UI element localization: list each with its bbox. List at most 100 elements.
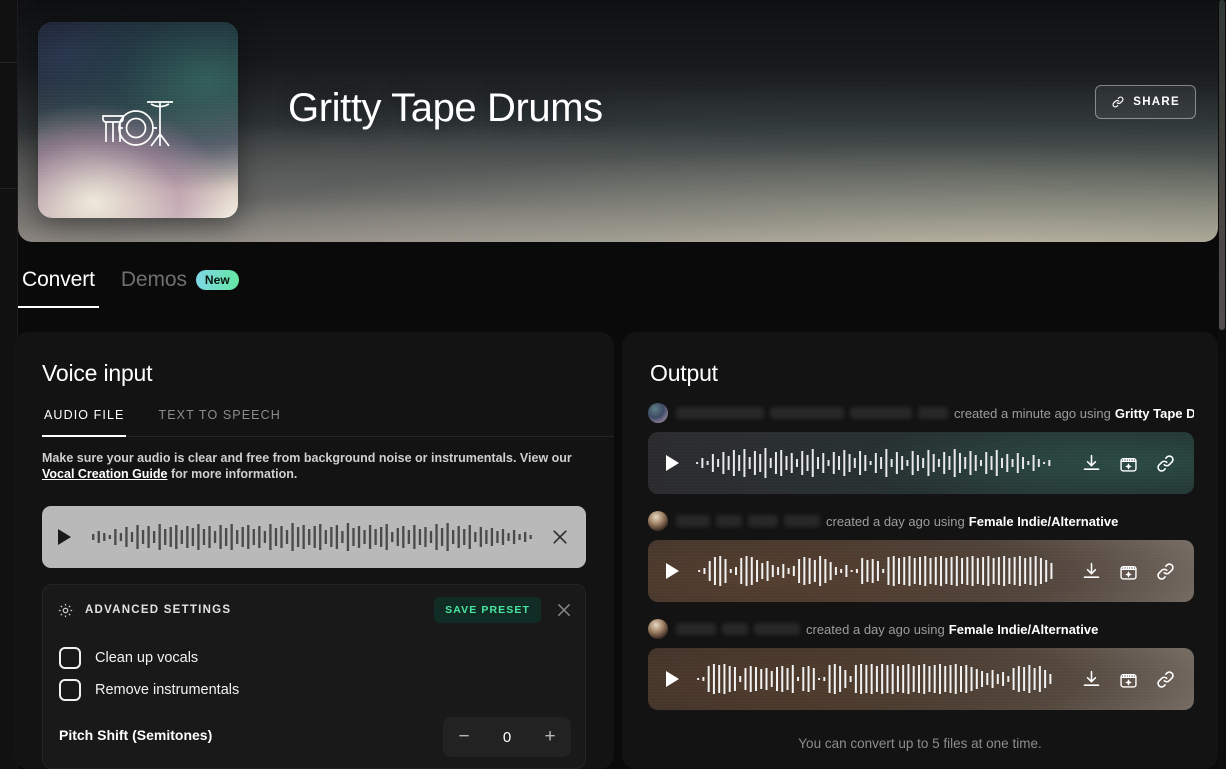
play-icon[interactable] (58, 529, 71, 545)
link-icon[interactable] (1155, 561, 1176, 582)
output-row-actions (1081, 561, 1176, 582)
magic-box-icon[interactable] (1118, 453, 1139, 474)
drum-kit-icon (95, 88, 181, 152)
audio-hint-post: for more information. (168, 467, 298, 481)
new-badge: New (196, 270, 239, 290)
download-icon[interactable] (1081, 561, 1102, 582)
redacted-username (754, 623, 800, 635)
magic-box-icon[interactable] (1118, 669, 1139, 690)
redacted-username (918, 407, 948, 419)
redacted-username (784, 515, 820, 527)
output-row: created a day ago using Female Indie/Alt… (648, 618, 1194, 710)
voice-input-tabs: AUDIO FILE TEXT TO SPEECH (42, 404, 614, 437)
output-row-model: Female Indie/Alternative (949, 622, 1099, 637)
tab-audio-file-label: AUDIO FILE (44, 408, 124, 422)
redacted-username (748, 515, 778, 527)
main-tabbar: Convert Demos New (18, 262, 243, 308)
sidebar-divider (0, 62, 18, 63)
output-footer-note: You can convert up to 5 files at one tim… (622, 736, 1218, 751)
output-row-actions (1081, 453, 1176, 474)
play-icon[interactable] (666, 455, 679, 471)
tab-text-to-speech[interactable]: TEXT TO SPEECH (156, 404, 282, 436)
output-panel: Output created a minute ago using Gritty… (622, 332, 1218, 769)
magic-box-icon[interactable] (1118, 561, 1139, 582)
page-scrollbar-thumb[interactable] (1219, 0, 1225, 330)
page-title: Gritty Tape Drums (288, 86, 603, 131)
tab-demos[interactable]: Demos New (117, 262, 243, 308)
input-audio-player (42, 506, 586, 568)
close-icon[interactable] (550, 527, 570, 547)
output-row-meta: created a minute ago using Gritty Tape D… (648, 402, 1194, 424)
tab-text-to-speech-label: TEXT TO SPEECH (158, 408, 280, 422)
output-row-time: created a minute ago using (954, 406, 1111, 421)
voice-artwork (38, 22, 238, 218)
play-icon[interactable] (666, 671, 679, 687)
advanced-settings-panel: ADVANCED SETTINGS SAVE PRESET Clean up v… (42, 584, 586, 769)
pitch-decrement-button[interactable]: − (443, 717, 485, 757)
pitch-increment-button[interactable]: + (529, 717, 571, 757)
tab-demos-label: Demos (121, 268, 187, 292)
link-icon (1111, 95, 1125, 109)
pitch-shift-stepper: − 0 + (443, 717, 571, 757)
gear-icon (57, 602, 74, 619)
output-waveform[interactable] (695, 446, 1063, 480)
output-row-actions (1081, 669, 1176, 690)
redacted-username (716, 515, 742, 527)
output-row-model: Female Indie/Alternative (969, 514, 1119, 529)
output-title: Output (650, 360, 718, 387)
voice-input-panel: Voice input AUDIO FILE TEXT TO SPEECH Ma… (14, 332, 614, 769)
redacted-username (676, 407, 764, 419)
close-icon[interactable] (555, 601, 573, 619)
sidebar-divider (0, 188, 18, 189)
output-audio-player (648, 540, 1194, 602)
output-row: created a day ago using Female Indie/Alt… (648, 510, 1194, 602)
redacted-username (850, 407, 912, 419)
output-audio-player (648, 648, 1194, 710)
output-row: created a minute ago using Gritty Tape D… (648, 402, 1194, 494)
output-waveform[interactable] (695, 554, 1063, 588)
download-icon[interactable] (1081, 669, 1102, 690)
checkbox-remove-instrumentals-label: Remove instrumentals (95, 682, 239, 698)
tab-convert[interactable]: Convert (18, 262, 99, 308)
tab-convert-label: Convert (22, 268, 95, 292)
app-root: Gritty Tape Drums SHARE Convert Demos Ne… (0, 0, 1226, 769)
avatar (648, 511, 668, 531)
audio-hint-pre: Make sure your audio is clear and free f… (42, 451, 572, 465)
audio-hint: Make sure your audio is clear and free f… (42, 450, 586, 482)
checkbox-remove-instrumentals[interactable]: Remove instrumentals (59, 679, 239, 701)
advanced-settings-header: ADVANCED SETTINGS SAVE PRESET (57, 597, 573, 623)
save-preset-button[interactable]: SAVE PRESET (434, 597, 541, 623)
voice-hero-banner: Gritty Tape Drums SHARE (18, 0, 1218, 242)
output-row-time: created a day ago using (826, 514, 965, 529)
output-waveform[interactable] (695, 662, 1063, 696)
pitch-shift-label: Pitch Shift (Semitones) (59, 727, 212, 743)
output-audio-player (648, 432, 1194, 494)
vocal-creation-guide-link[interactable]: Vocal Creation Guide (42, 467, 168, 481)
advanced-settings-title: ADVANCED SETTINGS (85, 604, 231, 616)
output-row-meta: created a day ago using Female Indie/Alt… (648, 618, 1194, 640)
avatar (648, 619, 668, 639)
avatar (648, 403, 668, 423)
redacted-username (676, 623, 716, 635)
play-icon[interactable] (666, 563, 679, 579)
redacted-username (770, 407, 844, 419)
checkbox-box[interactable] (59, 647, 81, 669)
link-icon[interactable] (1155, 453, 1176, 474)
pitch-value[interactable]: 0 (485, 729, 529, 746)
voice-input-title: Voice input (42, 360, 152, 387)
checkbox-box[interactable] (59, 679, 81, 701)
checkbox-clean-up-vocals[interactable]: Clean up vocals (59, 647, 198, 669)
page-scrollbar[interactable] (1218, 0, 1226, 769)
tab-audio-file[interactable]: AUDIO FILE (42, 404, 126, 436)
download-icon[interactable] (1081, 453, 1102, 474)
share-button[interactable]: SHARE (1095, 85, 1196, 119)
checkbox-clean-up-vocals-label: Clean up vocals (95, 650, 198, 666)
redacted-username (676, 515, 710, 527)
redacted-username (722, 623, 748, 635)
output-row-model: Gritty Tape Drums (1115, 406, 1194, 421)
output-row-meta: created a day ago using Female Indie/Alt… (648, 510, 1194, 532)
share-button-label: SHARE (1133, 96, 1180, 108)
save-preset-label: SAVE PRESET (445, 604, 530, 616)
input-waveform[interactable] (91, 521, 534, 553)
link-icon[interactable] (1155, 669, 1176, 690)
